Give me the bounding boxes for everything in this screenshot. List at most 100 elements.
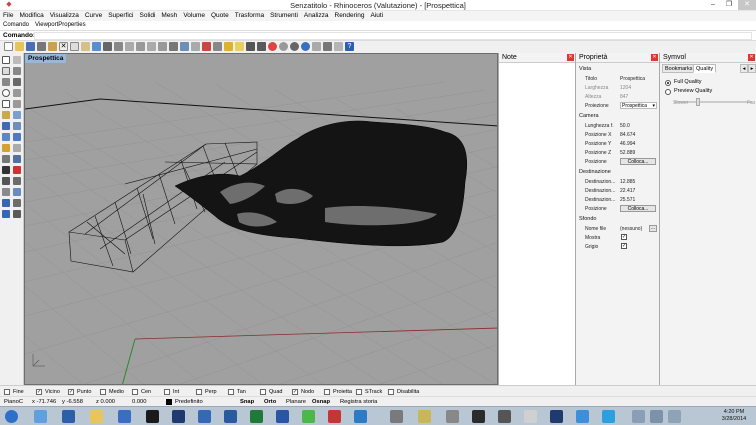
zoom-window-icon[interactable]: [136, 42, 145, 51]
tab-scroll-left-icon[interactable]: ◂: [740, 64, 748, 73]
osnap-checkbox[interactable]: [132, 389, 138, 395]
menu-visualizza[interactable]: Visualizza: [47, 11, 82, 21]
osnap-checkbox[interactable]: [388, 389, 394, 395]
menu-strumenti[interactable]: Strumenti: [267, 11, 301, 21]
record-history-toggle[interactable]: Registra storia: [340, 398, 377, 406]
menu-solidi[interactable]: Solidi: [137, 11, 159, 21]
mirror-icon[interactable]: [13, 210, 21, 218]
perspective-viewport[interactable]: Prospettica: [24, 53, 498, 385]
app-icon-cyan[interactable]: [576, 410, 589, 423]
menu-curve[interactable]: Curve: [82, 11, 105, 21]
osnap-checkbox[interactable]: [356, 389, 362, 395]
prop-value[interactable]: 25.571: [620, 196, 635, 204]
move-icon[interactable]: [2, 188, 10, 196]
app-icon-skype[interactable]: [354, 410, 367, 423]
tab-scroll-right-icon[interactable]: ▸: [748, 64, 756, 73]
menu-aiuti[interactable]: Aiuti: [368, 11, 387, 21]
app-icon-w[interactable]: [224, 410, 237, 423]
osnap-checkbox[interactable]: [4, 389, 10, 395]
osnap-checkbox[interactable]: ✓: [68, 389, 74, 395]
scale-icon[interactable]: [13, 199, 21, 207]
rhino-icon[interactable]: [390, 410, 403, 423]
start-button-icon[interactable]: [5, 410, 18, 423]
copy-icon[interactable]: [70, 42, 79, 51]
four-viewports-icon[interactable]: [180, 42, 189, 51]
ie-icon[interactable]: [34, 410, 47, 423]
volume-icon[interactable]: [668, 410, 681, 423]
preview-quality-radio[interactable]: [665, 89, 671, 95]
close-button[interactable]: ✕: [738, 0, 756, 10]
menu-file[interactable]: File: [0, 11, 16, 21]
hide-icon[interactable]: [213, 42, 222, 51]
join-icon[interactable]: [2, 177, 10, 185]
new-file-icon[interactable]: [4, 42, 13, 51]
tab-quality[interactable]: Quality: [693, 64, 717, 73]
gray-checkbox[interactable]: ✓: [621, 243, 627, 249]
photoshop-icon-2[interactable]: [550, 410, 563, 423]
print-icon[interactable]: [37, 42, 46, 51]
cplane-icon[interactable]: [191, 42, 200, 51]
menu-superfici[interactable]: Superfici: [105, 11, 136, 21]
zoom-icon[interactable]: [125, 42, 134, 51]
viewport-layout-icon[interactable]: [169, 42, 178, 51]
rotate-view-icon[interactable]: [114, 42, 123, 51]
grid-icon[interactable]: [323, 42, 332, 51]
split-icon[interactable]: [13, 166, 21, 174]
menu-trasforma[interactable]: Trasforma: [232, 11, 267, 21]
taskbar-clock[interactable]: 4:20 PM 3/28/2014: [716, 409, 752, 423]
osnap-checkbox[interactable]: ✓: [292, 389, 298, 395]
rendered-icon[interactable]: [301, 42, 310, 51]
prop-value[interactable]: 12.885: [620, 178, 635, 186]
menu-analizza[interactable]: Analizza: [301, 11, 332, 21]
planar-toggle[interactable]: Planare: [286, 398, 306, 406]
maximize-button[interactable]: ❐: [722, 0, 736, 10]
app-icon-gray[interactable]: [446, 410, 459, 423]
osnap-checkbox[interactable]: [228, 389, 234, 395]
show-checkbox[interactable]: ✓: [621, 234, 627, 240]
select-arrow-icon[interactable]: [2, 56, 10, 64]
close-properties-icon[interactable]: ✕: [651, 54, 658, 61]
close-symvol-icon[interactable]: ✕: [748, 54, 755, 61]
prop-value[interactable]: 22.417: [620, 187, 635, 195]
polygon-icon[interactable]: [13, 100, 21, 108]
options-icon[interactable]: [312, 42, 321, 51]
app-icon-blue[interactable]: [118, 410, 131, 423]
osnap-checkbox[interactable]: [164, 389, 170, 395]
line-icon[interactable]: [2, 78, 10, 86]
color-wheel-icon[interactable]: [268, 42, 277, 51]
osnap-checkbox[interactable]: [196, 389, 202, 395]
osnap-checkbox[interactable]: [260, 389, 266, 395]
full-quality-radio[interactable]: [665, 80, 671, 86]
properties-icon[interactable]: [257, 42, 266, 51]
help-icon[interactable]: ?: [345, 42, 354, 51]
lock-icon[interactable]: [224, 42, 233, 51]
analysis-icon[interactable]: [334, 42, 343, 51]
menu-quote[interactable]: Quote: [208, 11, 232, 21]
menu-volume[interactable]: Volume: [180, 11, 208, 21]
mesh-icon[interactable]: [2, 155, 10, 163]
mesh-box-icon[interactable]: [13, 155, 21, 163]
menu-modifica[interactable]: Modifica: [16, 11, 46, 21]
word-doc-icon[interactable]: [198, 410, 211, 423]
network-icon[interactable]: [650, 410, 663, 423]
tab-bookmarks[interactable]: Bookmarks: [662, 64, 696, 73]
menu-rendering[interactable]: Rendering: [332, 11, 368, 21]
fillet-icon[interactable]: [13, 144, 21, 152]
zoom-extents-icon[interactable]: [147, 42, 156, 51]
curve-icon[interactable]: [13, 78, 21, 86]
save-icon[interactable]: [26, 42, 35, 51]
boolean-icon[interactable]: [2, 144, 10, 152]
paste-icon[interactable]: [81, 42, 90, 51]
monitor-icon[interactable]: [146, 410, 159, 423]
app-icon-light[interactable]: [524, 410, 537, 423]
arc-icon[interactable]: [13, 89, 21, 97]
array-icon[interactable]: [2, 210, 10, 218]
close-notes-icon[interactable]: ✕: [567, 54, 574, 61]
explode-icon[interactable]: [13, 177, 21, 185]
surface-icon[interactable]: [2, 111, 10, 119]
rotate-icon[interactable]: [2, 199, 10, 207]
photoshop-icon[interactable]: [172, 410, 185, 423]
place-target-button[interactable]: Colloca...: [620, 205, 656, 212]
browse-file-button[interactable]: ...: [649, 225, 657, 232]
box-icon[interactable]: [2, 122, 10, 130]
